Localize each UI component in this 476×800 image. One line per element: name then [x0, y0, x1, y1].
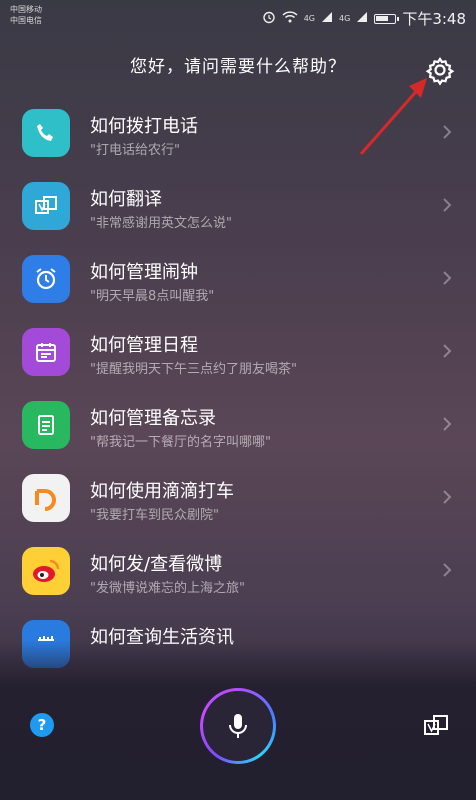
status-time: 下午3:48 [402, 10, 466, 28]
carrier-info: 中国移动 中国电信 [10, 4, 42, 26]
signal-icon-2 [356, 11, 368, 27]
microphone-icon [203, 691, 273, 761]
item-title: 如何管理备忘录 [90, 408, 216, 429]
chevron-right-icon [443, 198, 452, 212]
alarm-clock-icon [22, 255, 70, 303]
item-subtitle: "明天早晨8点叫醒我" [90, 289, 215, 304]
list-item-calendar[interactable]: 如何管理日程 "提醒我明天下午三点约了朋友喝茶" [0, 315, 476, 388]
list-item-translate[interactable]: 如何翻译 "非常感谢用英文怎么说" [0, 169, 476, 242]
status-bar: 中国移动 中国电信 4G 4G 下午3:48 [0, 0, 476, 34]
alarm-status-icon [262, 10, 276, 28]
list-item-didi[interactable]: 如何使用滴滴打车 "我要打车到民众剧院" [0, 461, 476, 534]
chevron-right-icon [443, 344, 452, 358]
voice-input-button[interactable] [200, 688, 276, 764]
list-item-weibo[interactable]: 如何发/查看微博 "发微博说难忘的上海之旅" [0, 534, 476, 607]
help-button[interactable]: ? [30, 713, 54, 737]
wifi-icon [282, 10, 298, 27]
item-title: 如何拨打电话 [90, 116, 198, 137]
list-item-alarm[interactable]: 如何管理闹钟 "明天早晨8点叫醒我" [0, 242, 476, 315]
weibo-icon [22, 547, 70, 595]
status-icons: 4G 4G 下午3:48 [262, 8, 466, 29]
chevron-right-icon [443, 125, 452, 139]
network-label-1: 4G [303, 14, 316, 23]
item-subtitle: "提醒我明天下午三点约了朋友喝茶" [90, 362, 297, 377]
help-topic-list: 如何拨打电话 "打电话给农行" 如何翻译 "非常感谢用英文怎么说" 如何管理闹钟… [0, 96, 476, 680]
battery-icon [374, 13, 400, 24]
calendar-icon [22, 328, 70, 376]
signal-icon-1 [321, 11, 333, 27]
item-title: 如何管理日程 [90, 335, 198, 356]
chevron-right-icon [443, 417, 452, 431]
list-item-memo[interactable]: 如何管理备忘录 "帮我记一下餐厅的名字叫哪哪" [0, 388, 476, 461]
list-item-call[interactable]: 如何拨打电话 "打电话给农行" [0, 96, 476, 169]
carrier-1: 中国移动 [10, 5, 42, 14]
phone-icon [22, 109, 70, 157]
translate-icon [22, 182, 70, 230]
network-label-2: 4G [339, 14, 351, 23]
voice-assistant-screen: 中国移动 中国电信 4G 4G 下午3:48 您好，请问需要什么帮助？ 如何拨打… [0, 0, 476, 800]
carrier-2: 中国电信 [10, 16, 42, 25]
item-subtitle: "我要打车到民众剧院" [90, 508, 219, 523]
item-subtitle: "非常感谢用英文怎么说" [90, 216, 232, 231]
translate-mode-icon[interactable] [422, 712, 450, 740]
item-subtitle: "帮我记一下餐厅的名字叫哪哪" [90, 435, 271, 450]
chevron-right-icon [443, 563, 452, 577]
item-title: 如何使用滴滴打车 [90, 481, 234, 502]
item-title: 如何管理闹钟 [90, 262, 198, 283]
chevron-right-icon [443, 490, 452, 504]
item-subtitle: "发微博说难忘的上海之旅" [90, 581, 245, 596]
item-subtitle: "打电话给农行" [90, 143, 180, 158]
memo-icon [22, 401, 70, 449]
item-title: 如何翻译 [90, 189, 162, 210]
chevron-right-icon [443, 271, 452, 285]
item-title: 如何发/查看微博 [90, 554, 223, 575]
didi-icon [22, 474, 70, 522]
